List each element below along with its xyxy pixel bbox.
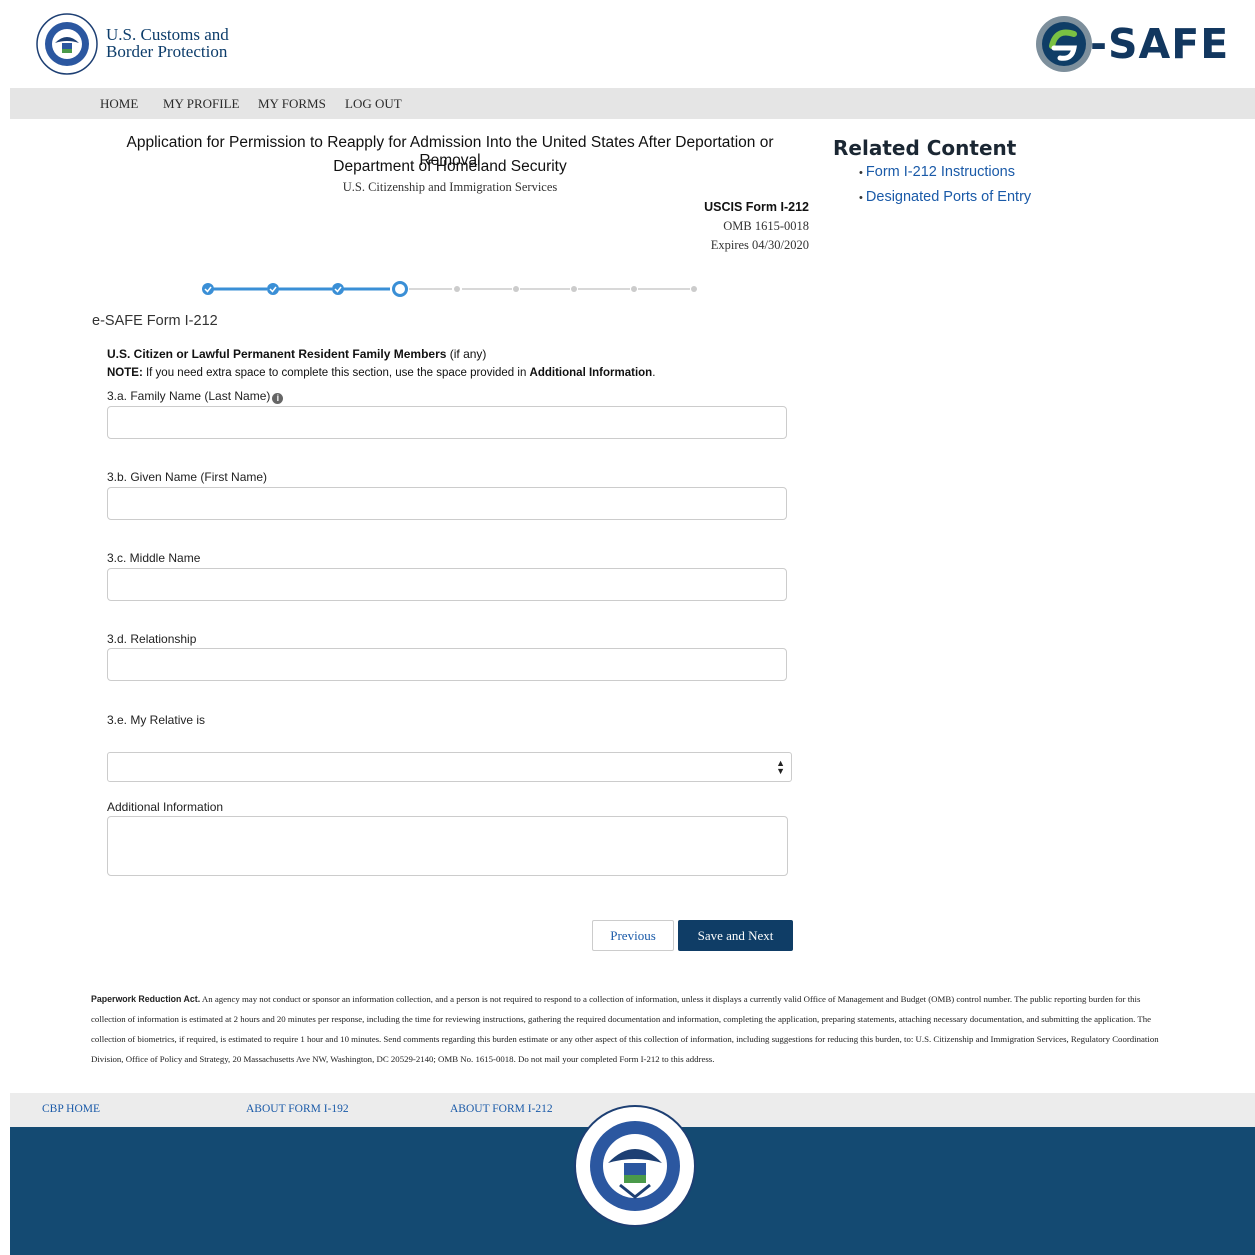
omb-number: OMB 1615-0018 [723, 219, 809, 233]
nav-my-profile[interactable]: MY PROFILE [163, 96, 239, 112]
step-7 [571, 286, 577, 292]
section-title: U.S. Citizen or Lawful Permanent Residen… [107, 347, 486, 361]
info-icon[interactable]: i [272, 393, 284, 404]
related-content: Related Content Form I-212 Instructions … [833, 136, 1031, 210]
link-designated-ports[interactable]: Designated Ports of Entry [859, 185, 1031, 210]
section-title-text: U.S. Citizen or Lawful Permanent Residen… [107, 347, 447, 361]
step-9 [691, 286, 697, 292]
section-note: NOTE: If you need extra space to complet… [107, 367, 655, 379]
dhs-seal-icon[interactable] [36, 13, 98, 75]
step-4-current [392, 281, 408, 297]
given-name-label: 3.b. Given Name (First Name) [107, 470, 268, 484]
additional-info-label: Additional Information [107, 800, 224, 814]
form-number: USCIS Form I-212 [704, 200, 809, 214]
agency-name[interactable]: U.S. Customs and Border Protection [106, 26, 229, 60]
step-6 [513, 286, 519, 292]
previous-button[interactable]: Previous [592, 920, 674, 951]
form-meta: USCIS Form I-212 OMB 1615-0018 Expires 0… [704, 198, 809, 255]
note-bold: Additional Information [529, 367, 653, 379]
step-5 [454, 286, 460, 292]
family-name-input[interactable] [107, 406, 787, 439]
page-subtitle-agency: U.S. Citizenship and Immigration Service… [342, 180, 558, 194]
main-nav: HOME MY PROFILE MY FORMS LOG OUT [10, 88, 1255, 119]
page-subtitle-department: Department of Homeland Security [333, 158, 567, 175]
progress-stepper [202, 281, 697, 297]
step-3-complete [332, 283, 344, 295]
save-and-next-button[interactable]: Save and Next [678, 920, 793, 951]
agency-name-line2: Border Protection [106, 42, 228, 61]
additional-info-textarea[interactable] [107, 816, 788, 876]
esafe-e-logo-icon [1036, 16, 1092, 72]
relative-is-label: 3.e. My Relative is [107, 713, 206, 727]
footer-link-about-i212[interactable]: ABOUT FORM I-212 [450, 1103, 553, 1115]
agency-name-line1: U.S. Customs and [106, 25, 229, 44]
footer-link-about-i192[interactable]: ABOUT FORM I-192 [246, 1103, 349, 1115]
given-name-input[interactable] [107, 487, 787, 520]
select-arrows-icon: ▲ ▼ [776, 758, 785, 776]
nav-my-forms[interactable]: MY FORMS [258, 96, 326, 112]
nav-log-out[interactable]: LOG OUT [345, 96, 402, 112]
relative-is-select[interactable]: ▲ ▼ [107, 752, 792, 782]
step-8 [631, 286, 637, 292]
link-i212-instructions[interactable]: Form I-212 Instructions [859, 160, 1031, 185]
related-content-heading: Related Content [833, 136, 1017, 160]
note-label: NOTE: [107, 367, 143, 379]
form-heading: e-SAFE Form I-212 [92, 313, 218, 329]
step-1-complete [202, 283, 214, 295]
esafe-logo-text: -SAFE [1090, 20, 1230, 68]
middle-name-input[interactable] [107, 568, 787, 601]
paperwork-title: Paperwork Reduction Act. [91, 994, 201, 1004]
section-title-suffix: (if any) [446, 347, 487, 361]
note-end: . [652, 367, 656, 379]
relationship-input[interactable] [107, 648, 787, 681]
site-header: U.S. Customs and Border Protection -SAFE [0, 0, 1255, 88]
note-text: If you need extra space to complete this… [142, 367, 530, 379]
paperwork-reduction-notice: Paperwork Reduction Act. An agency may n… [91, 989, 1171, 1069]
relationship-label: 3.d. Relationship [107, 632, 197, 646]
family-name-label-text: 3.a. Family Name (Last Name) [107, 389, 271, 403]
footer-link-cbp-home[interactable]: CBP HOME [42, 1103, 100, 1115]
step-2-complete [267, 283, 279, 295]
expiry-date: Expires 04/30/2020 [710, 238, 809, 252]
family-name-label: 3.a. Family Name (Last Name) i [107, 389, 284, 404]
middle-name-label: 3.c. Middle Name [107, 551, 201, 565]
nav-home[interactable]: HOME [100, 96, 138, 112]
dhs-seal-icon [574, 1105, 696, 1227]
paperwork-text: An agency may not conduct or sponsor an … [91, 994, 1159, 1064]
